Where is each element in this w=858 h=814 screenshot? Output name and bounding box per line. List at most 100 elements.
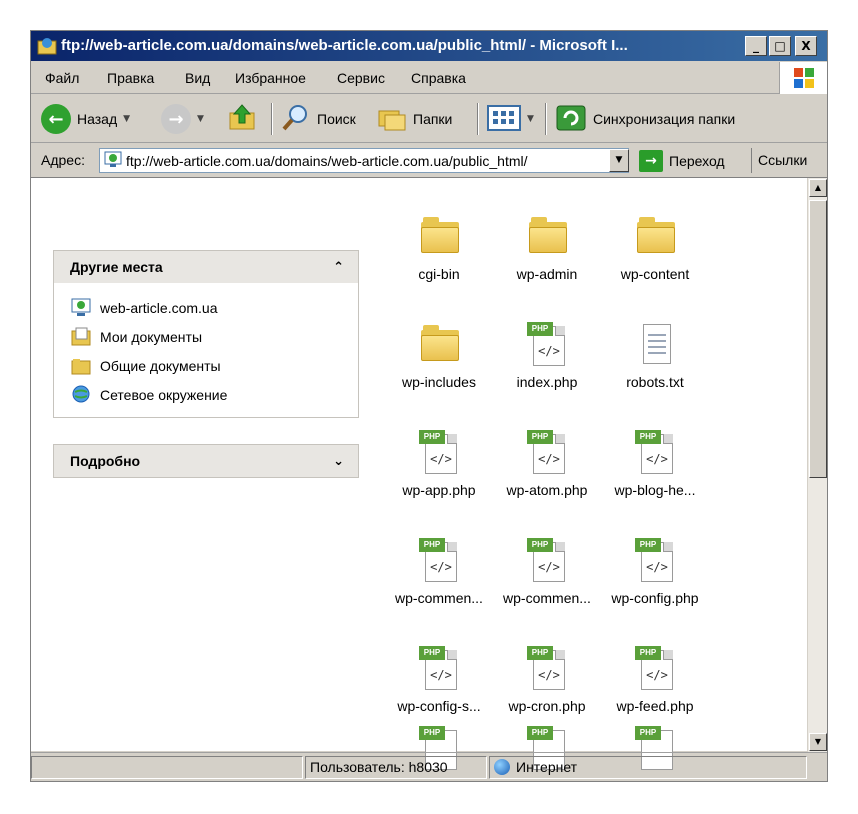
file-item[interactable]: PHP </> index.php <box>493 320 601 390</box>
minimize-button[interactable]: _ <box>745 36 767 56</box>
go-button[interactable]: → Переход <box>639 148 725 173</box>
file-item[interactable]: wp-admin <box>493 212 601 282</box>
address-dropdown-icon[interactable]: ▼ <box>609 149 629 172</box>
internet-zone-icon <box>494 759 510 775</box>
forward-arrow-icon: → <box>161 104 191 134</box>
place-item-network[interactable]: Сетевое окружение <box>70 380 342 409</box>
file-name: cgi-bin <box>418 266 460 282</box>
links-button[interactable]: Ссылки <box>751 148 825 173</box>
other-places-title: Другие места <box>70 259 163 275</box>
explorer-window: ftp://web-article.com.ua/domains/web-art… <box>30 30 828 782</box>
file-name: wp-commen... <box>503 590 591 606</box>
file-name: robots.txt <box>626 374 684 390</box>
collapse-chevron-icon[interactable]: ⌃ <box>333 260 344 275</box>
file-item[interactable]: PHP </> wp-config.php <box>601 536 709 606</box>
close-button[interactable]: X <box>795 36 817 56</box>
maximize-button[interactable]: □ <box>769 36 791 56</box>
menu-tools[interactable]: Сервис <box>337 70 385 86</box>
search-button[interactable]: Поиск <box>281 102 356 136</box>
file-name: wp-commen... <box>395 590 483 606</box>
other-places-panel: Другие места ⌃ web-article.com.ua Мои до… <box>53 250 359 418</box>
php-file-icon: PHP </> <box>415 644 463 692</box>
file-name: index.php <box>516 374 578 390</box>
text-file-icon <box>631 320 679 368</box>
network-site-icon <box>70 298 92 318</box>
file-name: wp-feed.php <box>616 698 694 714</box>
views-dropdown-icon[interactable]: ▼ <box>527 114 534 124</box>
folders-icon <box>377 103 407 136</box>
scroll-down-arrow-icon[interactable]: ▼ <box>809 733 827 751</box>
place-item-label: Мои документы <box>100 328 203 345</box>
folders-button[interactable]: Папки <box>377 102 452 136</box>
file-item[interactable]: wp-includes <box>385 320 493 390</box>
file-item[interactable]: cgi-bin <box>385 212 493 282</box>
php-file-icon: PHP </> <box>523 536 571 584</box>
file-item[interactable]: PHP </> wp-config-s... <box>385 644 493 714</box>
sync-folder-button[interactable]: Синхронизация папки <box>555 102 735 136</box>
php-file-icon: PHP </> <box>523 428 571 476</box>
toolbar-separator <box>545 103 547 135</box>
views-button[interactable]: ▼ <box>487 102 534 136</box>
ftp-folder-icon <box>37 37 57 55</box>
content-area: Другие места ⌃ web-article.com.ua Мои до… <box>31 177 827 770</box>
status-pane-main <box>31 756 303 779</box>
php-file-icon: PHP </> <box>631 536 679 584</box>
back-dropdown-icon[interactable]: ▼ <box>123 114 130 124</box>
menu-file[interactable]: Файл <box>45 70 79 86</box>
toolbar-separator <box>477 103 479 135</box>
file-item[interactable]: PHP </> wp-commen... <box>385 536 493 606</box>
menu-favorites[interactable]: Избранное <box>235 70 306 86</box>
details-title: Подробно <box>70 453 141 469</box>
details-panel: Подробно ⌄ <box>53 444 359 478</box>
address-bar: Адрес: ftp://web-article.com.ua/domains/… <box>31 144 827 176</box>
up-button[interactable] <box>227 102 257 136</box>
file-item[interactable]: PHP </> wp-app.php <box>385 428 493 498</box>
forward-dropdown-icon[interactable]: ▼ <box>197 114 204 124</box>
toolbar-separator <box>271 103 273 135</box>
file-item[interactable]: PHP </> wp-feed.php <box>601 644 709 714</box>
scroll-thumb[interactable] <box>809 200 827 478</box>
place-item-label: Общие документы <box>100 357 221 374</box>
folder-up-icon <box>227 103 257 136</box>
back-arrow-icon: ← <box>41 104 71 134</box>
file-item[interactable]: PHP </> wp-blog-he... <box>601 428 709 498</box>
search-icon <box>281 103 311 136</box>
file-name: wp-content <box>620 266 690 282</box>
views-icon <box>487 104 521 135</box>
file-item[interactable]: wp-content <box>601 212 709 282</box>
file-name: wp-cron.php <box>508 698 586 714</box>
folder-icon <box>523 212 571 260</box>
expand-chevron-icon[interactable]: ⌄ <box>333 454 344 469</box>
file-item[interactable]: PHP </> wp-cron.php <box>493 644 601 714</box>
php-file-icon: PHP </> <box>523 644 571 692</box>
menu-help[interactable]: Справка <box>411 70 466 86</box>
title-bar[interactable]: ftp://web-article.com.ua/domains/web-art… <box>31 31 827 61</box>
file-name: wp-app.php <box>402 482 476 498</box>
forward-button[interactable]: → ▼ <box>161 102 204 136</box>
details-header[interactable]: Подробно ⌄ <box>54 445 358 477</box>
place-item-site[interactable]: web-article.com.ua <box>70 293 342 322</box>
menu-edit[interactable]: Правка <box>107 70 154 86</box>
file-item[interactable]: PHP </> wp-commen... <box>493 536 601 606</box>
folder-icon <box>415 320 463 368</box>
folders-label: Папки <box>413 111 453 127</box>
file-item[interactable]: robots.txt <box>601 320 709 390</box>
toolbar: ← Назад ▼ → ▼ Поиск Папки ▼ Синхронизаци… <box>31 95 827 143</box>
vertical-scrollbar[interactable]: ▲ ▼ <box>807 178 827 752</box>
place-item-shared-documents[interactable]: Общие документы <box>70 351 342 380</box>
search-label: Поиск <box>317 111 356 127</box>
go-arrow-icon: → <box>639 149 663 172</box>
place-item-my-documents[interactable]: Мои документы <box>70 322 342 351</box>
sync-label: Синхронизация папки <box>593 111 736 127</box>
other-places-header[interactable]: Другие места ⌃ <box>54 251 358 283</box>
address-url: ftp://web-article.com.ua/domains/web-art… <box>126 152 528 169</box>
file-name: wp-config.php <box>611 590 699 606</box>
address-input[interactable]: ftp://web-article.com.ua/domains/web-art… <box>99 148 629 173</box>
back-button[interactable]: ← Назад ▼ <box>41 102 130 136</box>
file-item[interactable]: PHP </> wp-atom.php <box>493 428 601 498</box>
php-file-icon: PHP </> <box>631 644 679 692</box>
window-title: ftp://web-article.com.ua/domains/web-art… <box>61 37 628 54</box>
status-zone-label: Интернет <box>516 759 578 775</box>
scroll-up-arrow-icon[interactable]: ▲ <box>809 179 827 197</box>
menu-view[interactable]: Вид <box>185 70 210 86</box>
